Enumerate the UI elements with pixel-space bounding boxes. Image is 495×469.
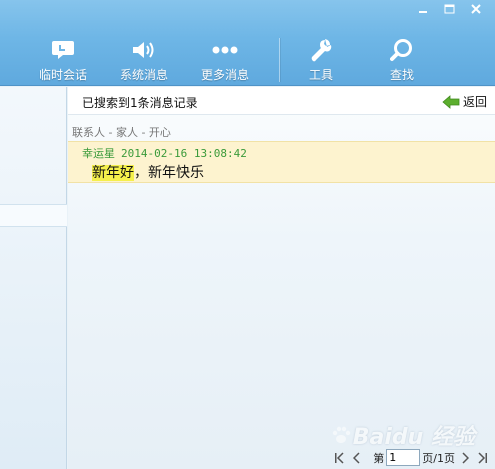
next-page-icon bbox=[462, 451, 469, 464]
speaker-icon bbox=[133, 42, 154, 58]
close-button[interactable] bbox=[463, 2, 489, 19]
back-label: 返回 bbox=[462, 95, 487, 109]
search-highlight: 新年好 bbox=[92, 165, 134, 181]
pager-suffix: 页/1页 bbox=[422, 451, 455, 465]
toolbar-more-messages-label: 更多消息 bbox=[200, 68, 249, 82]
pager-prefix: 第 bbox=[373, 451, 385, 465]
watermark-text: Baidu 经验 bbox=[352, 425, 475, 450]
paw-logo-icon bbox=[332, 426, 350, 443]
last-page-button[interactable] bbox=[475, 450, 491, 466]
search-result-text: 已搜索到1条消息记录 bbox=[82, 96, 198, 110]
prev-page-button[interactable] bbox=[349, 450, 365, 466]
toolbar-search[interactable]: 查找 bbox=[368, 38, 436, 83]
message-sender: 幸运星 bbox=[82, 147, 115, 160]
first-page-button[interactable] bbox=[331, 450, 347, 466]
minimize-button[interactable] bbox=[411, 2, 435, 19]
breadcrumb: 联系人 - 家人 - 开心 bbox=[72, 126, 171, 139]
last-page-icon bbox=[478, 451, 487, 464]
toolbar-temp-chat[interactable]: 临时会话 bbox=[29, 38, 97, 83]
close-icon bbox=[471, 4, 481, 14]
toolbar-system-messages[interactable]: 系统消息 bbox=[110, 38, 178, 83]
toolbar-temp-chat-label: 临时会话 bbox=[38, 68, 87, 82]
next-page-button[interactable] bbox=[457, 450, 473, 466]
message-text: 新年好，新年快乐 bbox=[92, 162, 204, 182]
baidu-watermark: Baidu 经验 bbox=[331, 419, 475, 451]
maximize-button[interactable] bbox=[437, 2, 461, 19]
page-number-input[interactable] bbox=[386, 449, 421, 466]
contact-panel-row[interactable] bbox=[0, 204, 67, 227]
toolbar-more-messages[interactable]: 更多消息 bbox=[191, 38, 259, 83]
toolbar-tools-label: 工具 bbox=[308, 68, 333, 82]
minimize-icon bbox=[419, 11, 427, 13]
first-page-icon bbox=[335, 451, 344, 464]
search-result-bar: 已搜索到1条消息记录 返回 bbox=[68, 87, 495, 115]
message-history-panel: 已搜索到1条消息记录 返回 联系人 - 家人 - 开心 幸运星 2014-02-1… bbox=[68, 87, 495, 469]
toolbar-tools[interactable]: 工具 bbox=[287, 38, 355, 83]
message-timestamp: 2014-02-16 13:08:42 bbox=[121, 147, 247, 160]
more-dots-icon bbox=[212, 46, 238, 54]
toolbar: 临时会话 系统消息 更多消息 工具 查找 bbox=[0, 0, 495, 86]
toolbar-search-label: 查找 bbox=[389, 68, 414, 82]
pager: 第 页/1页 bbox=[331, 449, 491, 466]
back-arrow-icon bbox=[442, 94, 460, 109]
toolbar-system-messages-label: 系统消息 bbox=[119, 68, 168, 82]
prev-page-icon bbox=[353, 451, 360, 464]
back-button[interactable]: 返回 bbox=[442, 93, 487, 110]
message-item[interactable]: 幸运星 2014-02-16 13:08:42 新年好，新年快乐 bbox=[68, 141, 495, 183]
window-controls bbox=[411, 2, 489, 19]
chat-bubble-icon bbox=[52, 41, 74, 59]
magnifier-icon bbox=[390, 39, 412, 61]
wrench-icon bbox=[311, 39, 332, 62]
toolbar-divider bbox=[279, 38, 280, 82]
maximize-icon bbox=[444, 4, 454, 14]
message-header: 幸运星 2014-02-16 13:08:42 bbox=[82, 145, 247, 161]
message-text-rest: ，新年快乐 bbox=[134, 165, 204, 181]
contact-panel bbox=[0, 87, 67, 469]
